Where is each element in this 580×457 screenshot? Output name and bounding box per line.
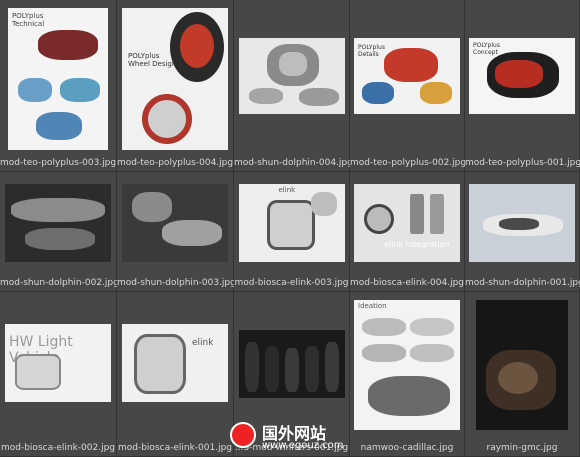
thumbnail-title: elink [192,338,214,348]
car-sketch [410,318,454,336]
file-tile[interactable]: POLYplus Technical mod-teo-polyplus-003.… [0,0,117,172]
car-sketch [420,82,452,104]
file-thumbnail[interactable]: elink Integration [354,184,460,262]
file-thumbnail[interactable] [469,184,575,262]
file-thumbnail[interactable]: POLYplus Technical [8,8,108,150]
file-thumbnail[interactable] [476,300,568,430]
wheel-sketch [364,204,394,234]
thumbnail-title: POLYplus Technical [12,12,45,28]
car-sketch [298,88,339,106]
car-sketch [430,194,444,234]
file-thumbnail[interactable]: POLYplus Wheel Design [122,8,228,150]
file-name[interactable]: mod-teo-polyplus-003.jpg [0,158,116,168]
file-name[interactable]: mod-biosca-elink-001.jpg [117,443,233,453]
file-name[interactable]: mod-biosca-elink-002.jpg [0,443,116,453]
file-thumbnail[interactable]: elink [122,324,228,402]
file-thumbnail[interactable]: elink [238,184,345,262]
file-tile[interactable]: elink mod-biosca-elink-001.jpg [117,292,234,457]
people-photo [304,346,319,392]
file-thumbnail[interactable] [238,38,345,114]
site-watermark: 国外网站 www.egouz.com [230,418,350,456]
car-sketch [499,218,539,230]
car-sketch [362,344,406,362]
wheel-sketch [142,94,192,144]
thumbnail-title: elink Integration [384,240,450,249]
car-sketch [36,112,82,140]
car-sketch [60,78,100,102]
people-photo [244,342,259,392]
car-sketch [498,362,538,394]
car-sketch [18,78,52,102]
file-tile[interactable]: mod-shun-dolphin-001.jpg [465,172,580,292]
car-sketch [11,198,105,222]
file-tile[interactable]: raymin-gmc.jpg [465,292,580,457]
file-name[interactable]: mod-shun-dolphin-001.jpg [465,278,580,288]
car-sketch [162,220,222,246]
car-sketch [132,192,172,222]
watermark-logo-icon [230,422,256,448]
file-browser-grid: POLYplus Technical mod-teo-polyplus-003.… [0,0,580,457]
people-photo [324,342,339,392]
file-thumbnail[interactable]: Ideation [354,300,460,430]
car-sketch [38,30,98,60]
people-photo [264,346,279,392]
file-thumbnail[interactable]: POLYplus Concept [469,38,575,114]
file-thumbnail[interactable]: POLYplus Details [354,38,460,114]
car-sketch [15,354,61,390]
car-sketch [410,344,454,362]
file-tile[interactable]: elink Integration mod-biosca-elink-004.j… [350,172,465,292]
file-name[interactable]: mod-biosca-elink-004.jpg [350,278,464,288]
car-sketch [278,52,307,76]
file-tile[interactable]: mod-shun-dolphin-003.jpg [117,172,236,292]
car-sketch [362,82,394,104]
file-tile[interactable]: Ideation namwoo-cadillac.jpg [350,292,465,457]
file-tile[interactable]: mod-shun-dolphin-002.jpg [0,172,119,292]
file-name[interactable]: mod-shun-dolphin-004.jpg [234,158,353,168]
thumbnail-title: elink [278,186,296,194]
file-name[interactable]: mod-teo-polyplus-004.jpg [117,158,233,168]
people-photo [284,348,299,392]
file-tile[interactable]: elink mod-biosca-elink-003.jpg [234,172,350,292]
file-thumbnail[interactable] [238,330,345,398]
car-sketch [362,318,406,336]
file-tile[interactable]: HW Light Vehicle mod-biosca-elink-002.jp… [0,292,117,457]
file-name[interactable]: mod-biosca-elink-003.jpg [234,278,349,288]
car-sketch [495,60,543,88]
car-sketch [266,200,315,250]
file-name[interactable]: raymin-gmc.jpg [465,443,579,453]
file-name[interactable]: mod-teo-polyplus-002.jpg [350,158,466,168]
file-name[interactable]: mod-shun-dolphin-003.jpg [117,278,236,288]
thumbnail-title: Ideation [358,302,387,310]
car-sketch [25,228,95,250]
car-sketch [134,334,186,394]
car-sketch [368,376,450,416]
file-thumbnail[interactable] [5,184,111,262]
car-sketch [248,88,283,104]
file-tile[interactable]: mod-shun-dolphin-004.jpg [234,0,353,172]
car-sketch [410,194,424,234]
file-thumbnail[interactable]: HW Light Vehicle [5,324,111,402]
file-name[interactable]: mod-teo-polyplus-001.jpg [465,158,580,168]
file-tile[interactable]: POLYplus Wheel Design mod-teo-polyplus-0… [117,0,234,172]
file-name[interactable]: mod-shun-dolphin-002.jpg [0,278,119,288]
file-tile[interactable]: POLYplus Concept mod-teo-polyplus-001.jp… [465,0,580,172]
car-sketch [310,192,337,216]
car-sketch [384,48,438,82]
wheel-sketch [180,24,214,68]
file-thumbnail[interactable] [122,184,228,262]
watermark-url: www.egouz.com [262,440,344,451]
file-tile[interactable]: POLYplus Details mod-teo-polyplus-002.jp… [350,0,466,172]
file-name[interactable]: namwoo-cadillac.jpg [350,443,464,453]
